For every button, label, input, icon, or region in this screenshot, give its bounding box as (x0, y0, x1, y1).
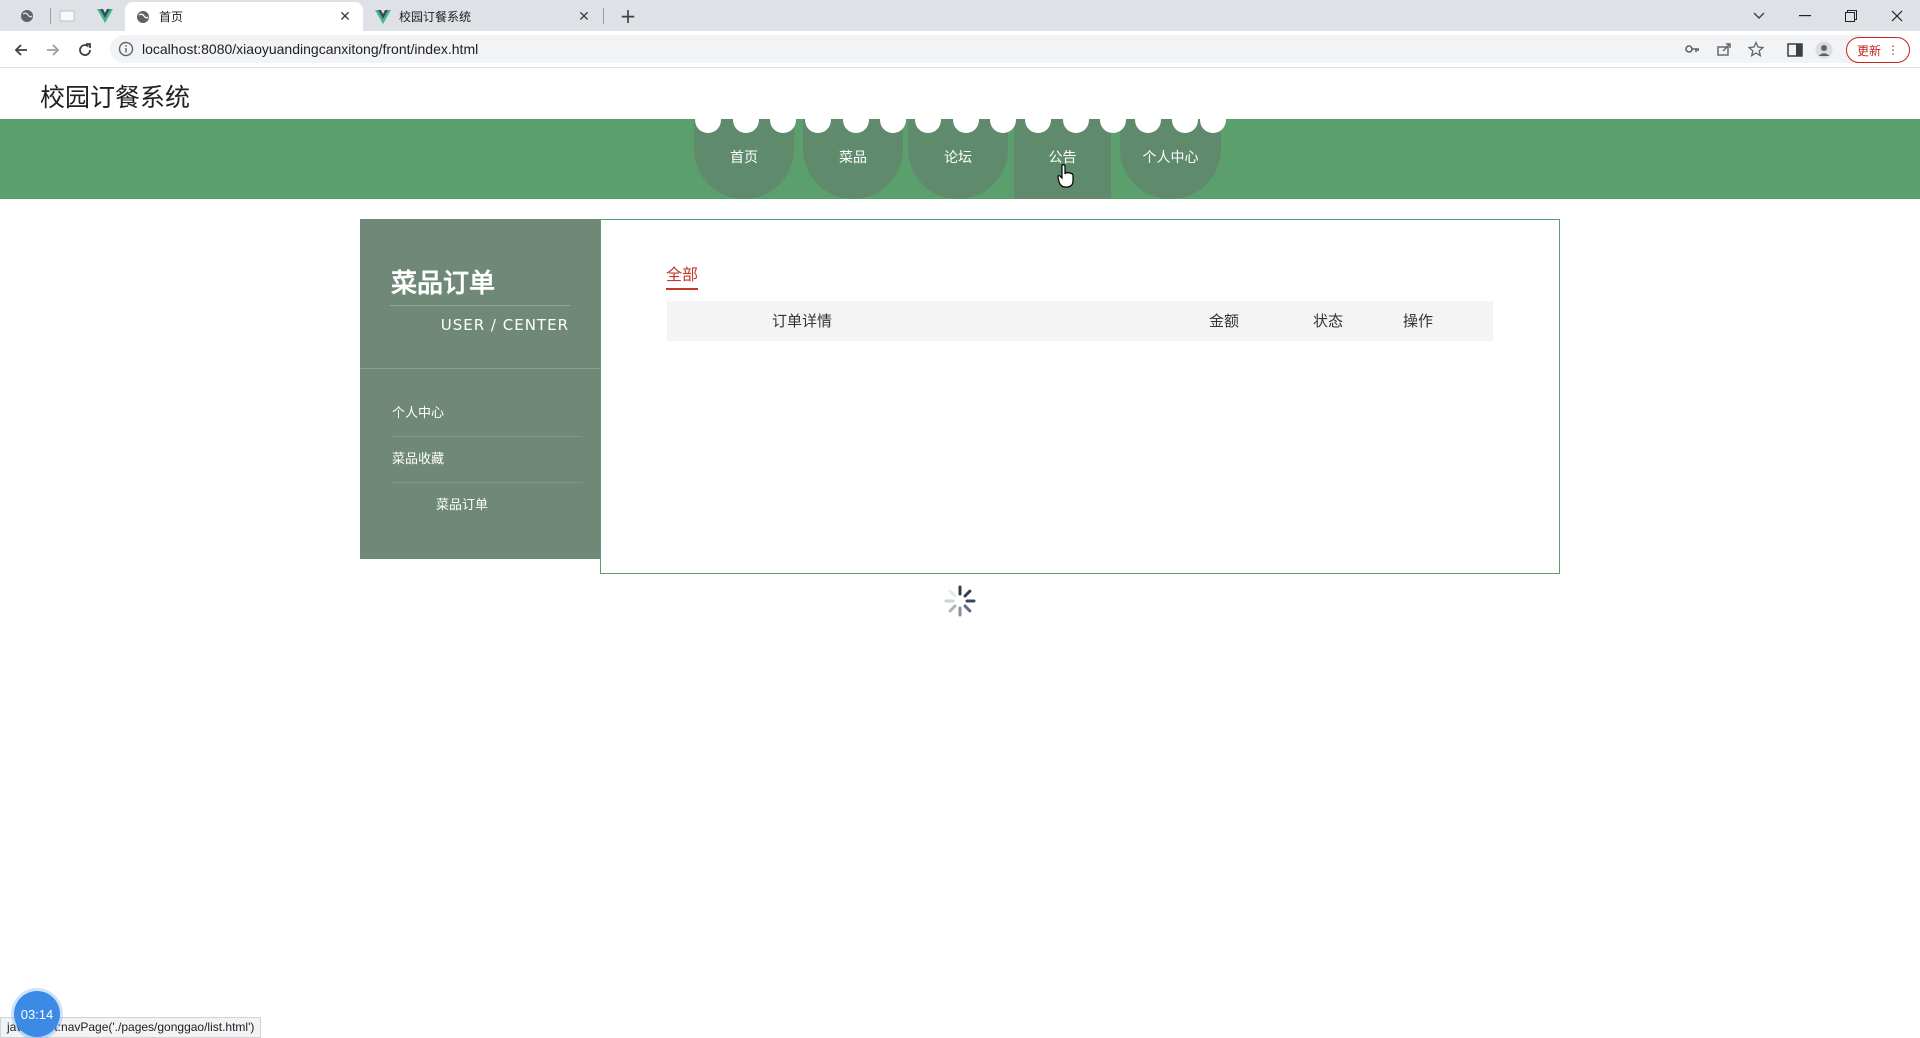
vue-icon[interactable] (94, 5, 116, 27)
address-bar[interactable]: localhost:8080/xiaoyuandingcanxitong/fro… (110, 35, 1888, 63)
tab-separator (603, 8, 604, 24)
tab-campus-ordering[interactable]: 校园订餐系统 ✕ (365, 2, 602, 31)
tab-home[interactable]: 首页 ✕ (125, 2, 363, 31)
side-panel-icon[interactable] (1786, 41, 1804, 59)
share-icon[interactable] (1716, 41, 1732, 57)
browser-toolbar: localhost:8080/xiaoyuandingcanxitong/fro… (0, 31, 1920, 68)
tab-separator (50, 8, 51, 24)
url-text: localhost:8080/xiaoyuandingcanxitong/fro… (142, 41, 479, 57)
column-header-status: 状态 (1313, 312, 1344, 330)
column-header-amount: 金额 (1209, 312, 1240, 330)
update-label: 更新 (1856, 43, 1881, 58)
tab-search-chevron-icon[interactable] (1736, 0, 1782, 31)
tab-title: 首页 (159, 10, 184, 24)
nav-label: 菜品 (839, 150, 867, 166)
key-icon[interactable] (1684, 41, 1700, 57)
vue-icon (375, 9, 391, 25)
sidebar-item-personal-center[interactable]: 个人中心 (392, 391, 582, 437)
globe-icon[interactable] (16, 5, 38, 27)
sidebar-item-label: 菜品订单 (436, 498, 489, 513)
filter-tab-all[interactable]: 全部 (666, 261, 699, 290)
sidebar-item-label: 菜品收藏 (392, 452, 445, 467)
loading-spinner-icon (944, 585, 976, 617)
user-center-sidebar: 菜品订单 USER / CENTER 个人中心 菜品收藏 菜品订单 (360, 219, 600, 559)
nav-label: 首页 (730, 150, 758, 166)
site-title: 校园订餐系统 (40, 83, 191, 112)
reload-icon[interactable] (72, 37, 98, 63)
close-icon[interactable]: ✕ (337, 9, 353, 25)
close-icon[interactable]: ✕ (576, 9, 592, 25)
minimize-button[interactable] (1782, 0, 1828, 31)
tab-title: 校园订餐系统 (399, 10, 472, 24)
restore-button[interactable] (1828, 0, 1874, 31)
forward-arrow-icon[interactable] (40, 37, 66, 63)
nav-label: 个人中心 (1142, 150, 1199, 166)
browser-tab-bar: 首页 ✕ 校园订餐系统 ✕ + (0, 0, 1920, 31)
column-header-actions: 操作 (1403, 312, 1434, 330)
new-tab-button[interactable]: + (616, 4, 640, 28)
sidebar-item-dish-orders[interactable]: 菜品订单 (392, 483, 582, 529)
nav-label: 论坛 (944, 150, 972, 166)
divider (390, 305, 570, 306)
globe-icon (135, 9, 151, 25)
orders-panel: 全部 订单详情 金额 状态 操作 (600, 219, 1560, 574)
back-arrow-icon[interactable] (8, 37, 34, 63)
info-icon[interactable] (118, 41, 134, 57)
update-button[interactable]: 更新 ⋮ (1846, 37, 1910, 63)
divider (360, 368, 600, 369)
blank-page-icon[interactable] (56, 5, 78, 27)
column-header-order-details: 订单详情 (772, 312, 833, 330)
sidebar-item-label: 个人中心 (392, 406, 445, 421)
bookmark-star-icon[interactable] (1747, 40, 1765, 57)
scallop-decoration (695, 119, 1226, 147)
recording-timer: 03:14 (14, 991, 60, 1037)
close-window-button[interactable] (1874, 0, 1920, 31)
sidebar-title: 菜品订单 (391, 269, 496, 299)
hand-cursor-icon (1057, 164, 1074, 188)
sidebar-item-dish-favorites[interactable]: 菜品收藏 (392, 437, 582, 483)
more-dots-icon: ⋮ (1887, 43, 1899, 57)
sidebar-subtitle: USER / CENTER (440, 316, 569, 334)
profile-avatar-icon[interactable] (1815, 41, 1833, 59)
orders-table-header: 订单详情 金额 状态 操作 (667, 301, 1493, 341)
main-nav: 首页 菜品 论坛 公告 个人中心 (0, 119, 1920, 199)
